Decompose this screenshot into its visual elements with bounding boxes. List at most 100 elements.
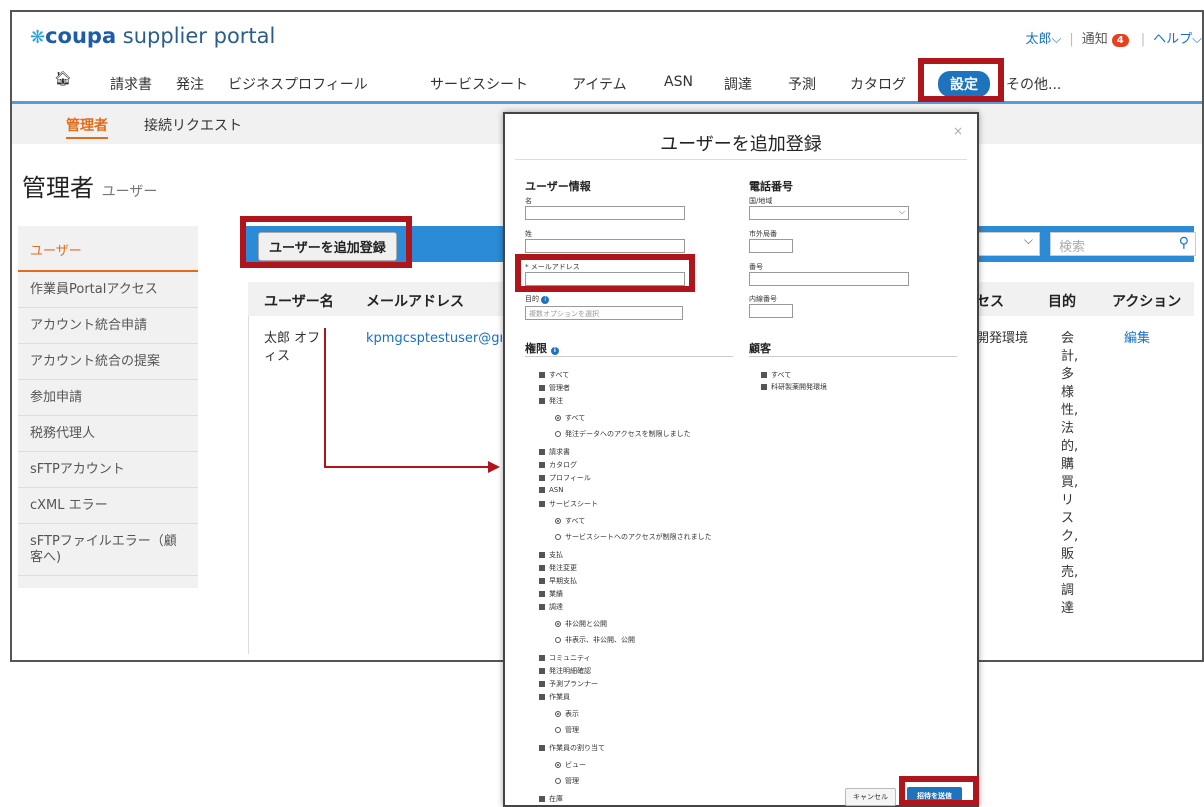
- permission-checkbox[interactable]: 予測プランナー: [539, 679, 598, 689]
- cell-edit-link[interactable]: 編集: [1124, 330, 1150, 348]
- notifications-link[interactable]: 通知 4: [1082, 32, 1133, 47]
- checkbox-icon: [539, 449, 545, 455]
- customer-checkbox[interactable]: 科研製薬開発環境: [761, 382, 827, 392]
- radio-icon: [555, 778, 561, 784]
- checkbox-icon: [539, 475, 545, 481]
- permission-radio[interactable]: すべて: [555, 413, 585, 423]
- sidebar-item-cxml-errors[interactable]: cXML エラー: [18, 488, 198, 524]
- sidebar-item-merge-suggestions[interactable]: アカウント統合の提案: [18, 344, 198, 380]
- permission-radio[interactable]: 発注データへのアクセスを制限しました: [555, 429, 691, 439]
- radio-icon: [555, 727, 561, 733]
- close-icon[interactable]: ×: [953, 124, 963, 138]
- user-menu[interactable]: 太郎⌵: [1026, 32, 1062, 47]
- nav-asn[interactable]: ASN: [664, 74, 693, 90]
- search-icon[interactable]: ⚲: [1179, 235, 1189, 251]
- col-email[interactable]: メールアドレス: [366, 291, 464, 311]
- subnav-admin[interactable]: 管理者: [66, 115, 108, 139]
- cancel-button[interactable]: キャンセル: [845, 788, 896, 806]
- permission-checkbox[interactable]: プロフィール: [539, 473, 591, 483]
- subnav-connection-requests[interactable]: 接続リクエスト: [144, 115, 242, 135]
- highlight-send: [899, 776, 979, 806]
- radio-icon: [555, 431, 561, 437]
- sidebar-item-join-requests[interactable]: 参加申請: [18, 380, 198, 416]
- permission-checkbox[interactable]: 作業員: [539, 692, 570, 702]
- nav-items[interactable]: アイテム: [572, 74, 627, 94]
- permission-checkbox[interactable]: カタログ: [539, 460, 577, 470]
- col-username[interactable]: ユーザー名: [264, 291, 334, 311]
- country-select[interactable]: ⌵: [749, 206, 909, 220]
- nav-service-sheets[interactable]: サービスシート: [430, 74, 528, 94]
- permission-checkbox[interactable]: 早期支払: [539, 576, 577, 586]
- extension-field[interactable]: [749, 304, 793, 318]
- first-name-field[interactable]: [525, 206, 685, 220]
- main-nav: 🏠︎ 請求書 発注 ビジネスプロフィール サービスシート アイテム ASN 調達…: [12, 64, 1202, 104]
- search-input[interactable]: 検索 ⚲: [1050, 232, 1196, 256]
- permission-checkbox[interactable]: コミュニティ: [539, 653, 591, 663]
- cell-username: 太郎 オフィス: [264, 331, 321, 364]
- permission-checkbox[interactable]: 在庫: [539, 794, 563, 804]
- permission-checkbox[interactable]: すべて: [539, 370, 569, 380]
- permission-radio[interactable]: すべて: [555, 516, 585, 526]
- permission-checkbox[interactable]: 作業員の割り当て: [539, 743, 605, 753]
- permission-checkbox[interactable]: 管理者: [539, 383, 570, 393]
- area-code-field[interactable]: [749, 239, 793, 253]
- cell-access: 開発環境: [976, 331, 1029, 346]
- col-access[interactable]: セス: [976, 291, 1004, 311]
- permission-checkbox[interactable]: 請求書: [539, 447, 570, 457]
- nav-forecast[interactable]: 予測: [788, 74, 816, 94]
- coupa-star-icon: ❋: [30, 27, 46, 48]
- page-title: 管理者 ユーザー: [22, 174, 158, 202]
- chevron-down-icon: ⌵: [1023, 233, 1033, 247]
- nav-invoices[interactable]: 請求書: [110, 74, 152, 94]
- permission-radio[interactable]: 管理: [555, 725, 579, 735]
- checkbox-icon: [539, 501, 545, 507]
- sidebar-item-merge-requests[interactable]: アカウント統合申請: [18, 308, 198, 344]
- phone-number-field[interactable]: [749, 272, 909, 286]
- annotation-arrow: [324, 328, 326, 468]
- permission-radio[interactable]: 非表示、非公開、公開: [555, 635, 635, 645]
- checkbox-icon: [539, 398, 545, 404]
- checkbox-icon: [761, 384, 767, 390]
- checkbox-icon: [539, 745, 545, 751]
- sidebar-item-users[interactable]: ユーザー: [18, 226, 198, 272]
- nav-business-profile[interactable]: ビジネスプロフィール: [228, 74, 368, 94]
- permission-radio[interactable]: 表示: [555, 709, 579, 719]
- nav-more[interactable]: その他...: [1006, 74, 1061, 94]
- checkbox-icon: [539, 385, 545, 391]
- help-menu[interactable]: ヘルプ⌵: [1153, 32, 1202, 47]
- permission-checkbox[interactable]: 業績: [539, 589, 563, 599]
- permission-checkbox[interactable]: サービスシート: [539, 499, 598, 509]
- permission-radio[interactable]: 非公開と公開: [555, 619, 607, 629]
- customer-checkbox[interactable]: すべて: [761, 370, 791, 380]
- permission-radio[interactable]: サービスシートへのアクセスが制限されました: [555, 532, 712, 542]
- sidebar-item-sftp-file-errors[interactable]: sFTPファイルエラー（顧客へ): [18, 524, 198, 576]
- permission-radio[interactable]: ビュー: [555, 760, 586, 770]
- highlight-add-user: [240, 216, 412, 268]
- permission-checkbox[interactable]: 発注明細確認: [539, 666, 591, 676]
- nav-orders[interactable]: 発注: [176, 74, 204, 94]
- sidebar-item-tax-agents[interactable]: 税務代理人: [18, 416, 198, 452]
- permission-checkbox[interactable]: 発注変更: [539, 563, 577, 573]
- last-name-field[interactable]: [525, 239, 685, 253]
- col-purpose[interactable]: 目的: [1048, 291, 1076, 311]
- sidebar-item-sftp-accounts[interactable]: sFTPアカウント: [18, 452, 198, 488]
- permission-checkbox[interactable]: 調達: [539, 602, 563, 612]
- top-bar: ❋coupa supplier portal 太郎⌵ | 通知 4 | ヘルプ⌵: [12, 12, 1202, 64]
- sidebar-item-worker-portal[interactable]: 作業員Portalアクセス: [18, 272, 198, 308]
- nav-sourcing[interactable]: 調達: [724, 74, 752, 94]
- col-action[interactable]: アクション: [1112, 291, 1181, 311]
- radio-icon: [555, 711, 561, 717]
- permission-radio[interactable]: 管理: [555, 776, 579, 786]
- purpose-select[interactable]: 複数オプションを選択: [525, 306, 683, 320]
- radio-icon: [555, 762, 561, 768]
- checkbox-icon: [539, 578, 545, 584]
- permission-checkbox[interactable]: 発注: [539, 396, 563, 406]
- permission-checkbox[interactable]: 支払: [539, 550, 563, 560]
- permission-checkbox[interactable]: ASN: [539, 486, 563, 494]
- nav-catalogs[interactable]: カタログ: [850, 74, 906, 94]
- cell-email[interactable]: kpmgcsptestuser@gma: [366, 330, 502, 348]
- home-icon[interactable]: 🏠︎: [54, 71, 72, 87]
- radio-icon: [555, 518, 561, 524]
- page-subtitle: ユーザー: [101, 184, 158, 200]
- coupa-logo: ❋coupa supplier portal: [30, 24, 276, 48]
